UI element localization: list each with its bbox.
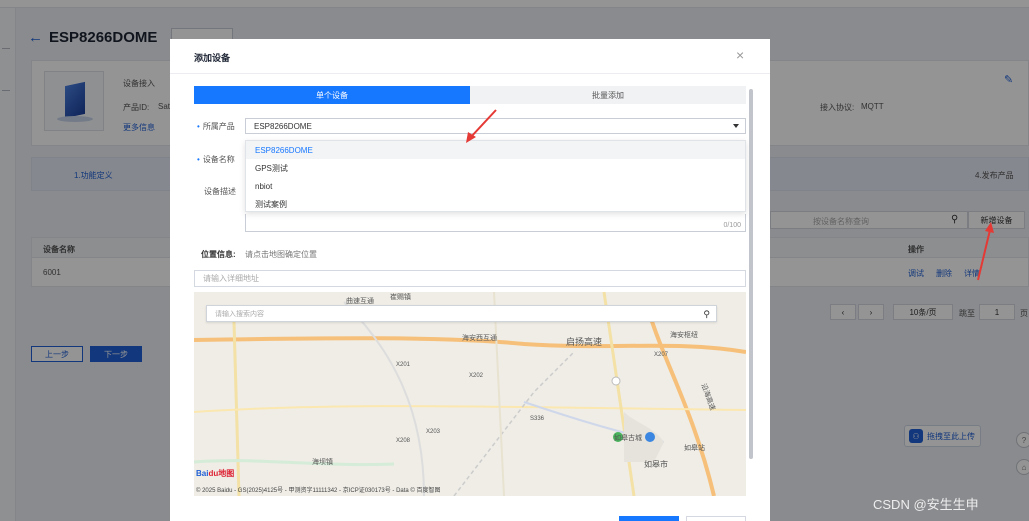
map-search-icon[interactable]: ⚲ <box>703 309 710 320</box>
device-desc-textarea[interactable]: 0/100 <box>245 214 746 232</box>
product-dropdown: ESP8266DOME GPS测试 nbiot 测试案例 <box>245 140 746 212</box>
tab-single-device[interactable]: 单个设备 <box>194 86 470 104</box>
map-search-input[interactable]: 请输入搜索内容 ⚲ <box>206 305 717 322</box>
mode-tabs: 单个设备 批量添加 <box>194 86 746 104</box>
map-label: S336 <box>530 416 545 422</box>
device-name-label: • 设备名称 <box>197 155 235 164</box>
product-select-value: ESP8266DOME <box>254 121 312 131</box>
watermark: CSDN @安生生申 <box>873 497 979 512</box>
dropdown-option[interactable]: GPS测试 <box>246 159 745 177</box>
map-label: X203 <box>426 429 441 435</box>
map-label: 海坝镇 <box>312 459 333 466</box>
address-input[interactable]: 请输入详细地址 <box>194 270 746 287</box>
baidu-logo: Baidu地图 <box>196 469 235 478</box>
annotation-arrow-icon <box>466 109 497 143</box>
device-desc-label: 设备描述 <box>204 187 236 196</box>
map-label: X201 <box>396 362 411 368</box>
dropdown-option[interactable]: 测试案例 <box>246 195 745 213</box>
map-view[interactable]: 请输入搜索内容 ⚲ 曲速互通 崔赐镇 海安西互通 启扬高速 海安枢纽 X207 … <box>194 292 746 496</box>
map-label: 崔赐镇 <box>390 294 411 301</box>
location-label: 位置信息: <box>201 250 236 259</box>
map-label: 启扬高速 <box>566 337 603 347</box>
map-label: X207 <box>654 352 669 358</box>
modal-scrollbar[interactable] <box>749 89 753 459</box>
confirm-button[interactable] <box>619 516 679 521</box>
map-label: 海安枢纽 <box>670 332 698 339</box>
map-label: 如皋站 <box>684 445 705 452</box>
location-hint: 请点击地图确定位置 <box>245 250 317 259</box>
map-label: X202 <box>469 373 484 379</box>
modal-title: 添加设备 <box>194 53 231 63</box>
annotation-arrow-icon <box>977 222 994 281</box>
close-icon[interactable]: × <box>736 48 744 62</box>
map-label: 如皋市 <box>644 460 668 469</box>
map-search-placeholder: 请输入搜索内容 <box>215 310 264 318</box>
dropdown-option[interactable]: nbiot <box>246 177 745 195</box>
caret-down-icon <box>733 124 739 128</box>
product-label: • 所属产品 <box>197 122 235 131</box>
map-label: X208 <box>396 438 411 444</box>
cancel-button[interactable] <box>686 516 746 521</box>
map-label: 曲速互通 <box>346 298 374 305</box>
map-copyright: © 2025 Baidu - GS(2025)4125号 - 甲测资字11111… <box>196 488 441 494</box>
desc-counter: 0/100 <box>723 222 741 229</box>
map-label: 海安西互通 <box>462 335 497 342</box>
tab-batch-add[interactable]: 批量添加 <box>470 86 746 104</box>
map-label: 如皋古城 <box>614 435 642 442</box>
modal-divider <box>170 73 770 74</box>
